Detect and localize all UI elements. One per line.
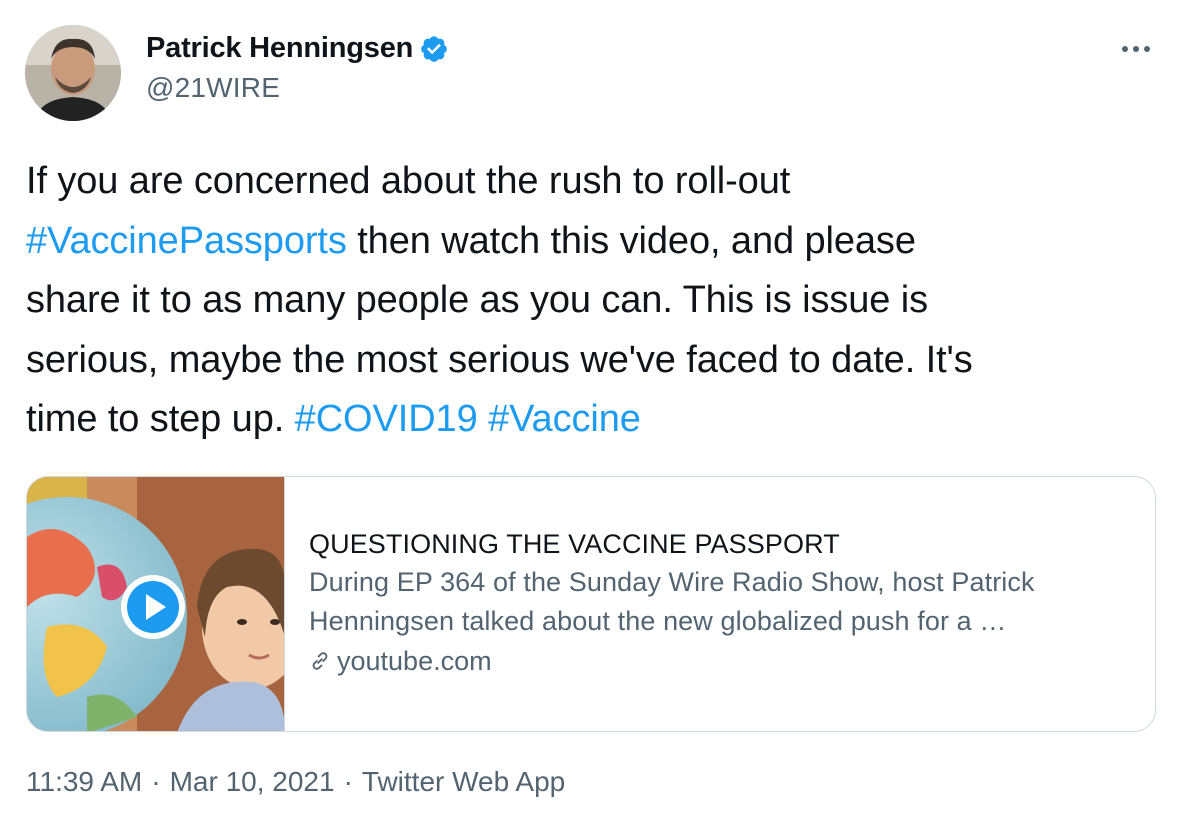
card-description-line: Henningsen talked about the new globaliz… [309,606,1007,636]
tweet-time[interactable]: 11:39 AM [26,766,142,798]
card-domain-text: youtube.com [337,646,492,676]
avatar-photo [25,25,121,121]
hashtag-link[interactable]: #Vaccine [488,398,641,440]
tweet-text-segment: If you are concerned about the rush to r… [26,160,791,202]
tweet-text-segment: then watch this video, and please [346,219,916,262]
meta-separator: · [151,766,161,797]
link-icon [312,652,328,670]
author-handle[interactable]: @21WIRE [146,72,280,104]
avatar[interactable] [25,25,121,121]
hashtag-link[interactable]: #VaccinePassports [26,220,347,262]
card-body[interactable]: QUESTIONING THE VACCINE PASSPORT During … [309,525,1139,681]
verified-badge-icon [421,35,447,62]
tweet-text-line: #VaccinePassports then watch this video,… [26,212,1156,272]
tweet-text-line: If you are concerned about the rush to r… [26,152,1156,212]
card-thumbnail[interactable] [27,477,285,731]
link-card[interactable]: QUESTIONING THE VACCINE PASSPORT During … [26,476,1156,732]
tweet-text-segment [478,398,488,440]
tweet-date[interactable]: Mar 10, 2021 [170,766,335,798]
tweet-source[interactable]: Twitter Web App [362,766,565,798]
tweet-text-line: share it to as many people as you can. T… [26,271,1156,331]
tweet: Patrick Henningsen @21WIRE If you are co… [0,0,1180,818]
tweet-meta: 11:39 AM · Mar 10, 2021 · Twitter Web Ap… [26,766,565,798]
tweet-text-segment: share it to as many people as you can. T… [26,279,929,321]
tweet-text: If you are concerned about the rush to r… [26,152,1156,450]
card-domain: youtube.com [309,641,1139,681]
card-title: QUESTIONING THE VACCINE PASSPORT [309,529,840,559]
tweet-text-segment: time to step up. [26,398,295,440]
tweet-text-line: serious, maybe the most serious we've fa… [26,331,1156,391]
meta-separator: · [343,766,353,797]
hashtag-link[interactable]: #COVID19 [295,398,478,440]
author-name-row[interactable]: Patrick Henningsen [146,32,449,65]
display-name[interactable]: Patrick Henningsen [146,32,413,65]
play-button-icon[interactable] [119,573,187,641]
more-options-icon[interactable] [1120,42,1156,56]
tweet-text-segment: serious, maybe the most serious we've fa… [26,338,973,381]
tweet-text-line: time to step up. #COVID19 #Vaccine [26,390,1156,450]
card-description: During EP 364 of the Sunday Wire Radio S… [309,563,1139,641]
card-description-line: During EP 364 of the Sunday Wire Radio S… [309,567,1035,597]
